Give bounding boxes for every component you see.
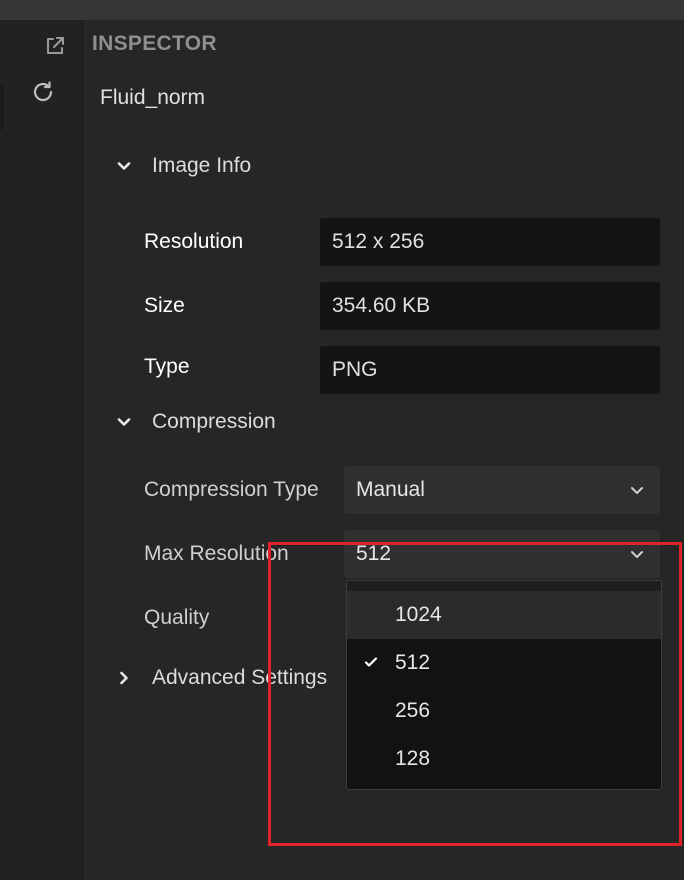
option-1024[interactable]: 1024	[347, 591, 661, 639]
max-resolution-label: Max Resolution	[144, 542, 289, 565]
resolution-field: 512 x 256	[320, 218, 660, 266]
option-label: 512	[395, 651, 431, 674]
option-label: 128	[395, 747, 431, 770]
chevron-right-icon	[113, 667, 135, 689]
compression-type-label: Compression Type	[144, 478, 319, 501]
refresh-icon[interactable]	[29, 78, 57, 106]
asset-name: Fluid_norm	[100, 86, 206, 109]
compression-type-select[interactable]: Manual	[344, 466, 660, 514]
size-field: 354.60 KB	[320, 282, 660, 330]
chevron-down-icon	[631, 487, 643, 494]
section-label: Image Info	[152, 154, 252, 177]
max-resolution-value: 512	[356, 542, 392, 565]
chevron-down-icon	[113, 411, 135, 433]
compression-type-value: Manual	[356, 478, 425, 501]
max-resolution-select[interactable]: 512	[344, 530, 660, 578]
size-label: Size	[144, 294, 185, 317]
section-label: Compression	[152, 410, 276, 433]
top-bar	[0, 0, 684, 20]
checkmark-icon	[364, 657, 378, 667]
option-128[interactable]: 128	[347, 735, 661, 783]
panel-title: INSPECTOR	[92, 32, 217, 55]
resolution-label: Resolution	[144, 230, 244, 253]
max-resolution-dropdown: 1024 512 256 128	[346, 580, 662, 790]
option-256[interactable]: 256	[347, 687, 661, 735]
quality-label: Quality	[144, 606, 210, 629]
left-rail	[0, 20, 83, 880]
inspector-panel: INSPECTOR Fluid_norm Image Info Resoluti…	[83, 20, 684, 880]
section-advanced-settings[interactable]: Advanced Settings	[113, 661, 327, 695]
app-window: INSPECTOR Fluid_norm Image Info Resoluti…	[0, 0, 684, 880]
chevron-down-icon	[113, 155, 135, 177]
option-label: 1024	[395, 603, 442, 626]
external-link-icon[interactable]	[41, 32, 69, 60]
type-field: PNG	[320, 346, 660, 394]
option-label: 256	[395, 699, 431, 722]
section-image-info[interactable]: Image Info	[113, 149, 251, 183]
type-label: Type	[144, 355, 190, 378]
chevron-down-icon	[631, 551, 643, 558]
rail-collapsed-tab[interactable]	[0, 84, 4, 130]
section-label: Advanced Settings	[152, 666, 328, 689]
dropdown-top-strip	[347, 581, 661, 591]
option-512[interactable]: 512	[347, 639, 661, 687]
section-compression[interactable]: Compression	[113, 405, 276, 439]
